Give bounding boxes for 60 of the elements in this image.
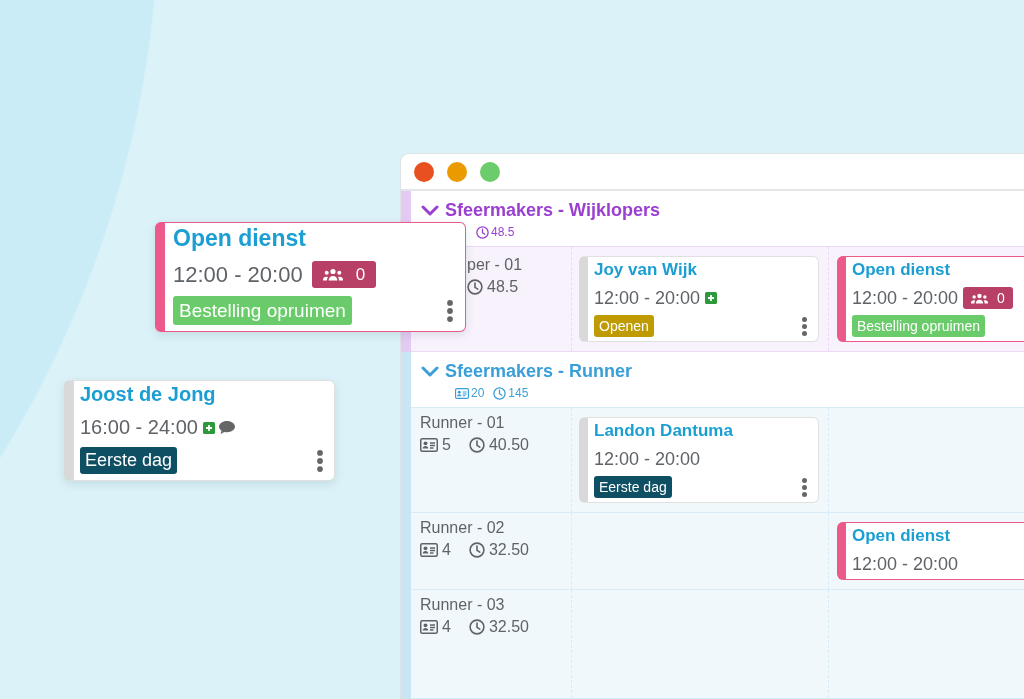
more-icon[interactable] bbox=[317, 449, 323, 472]
row-label: Runner - 03 bbox=[420, 596, 506, 614]
employee-count: 20 bbox=[471, 386, 485, 400]
row-label: Runner - 02 bbox=[420, 519, 506, 537]
shift-time: 16:00 - 24:00 bbox=[80, 416, 198, 439]
shift-tag: Bestelling opruimen bbox=[852, 315, 985, 337]
hours-total: 40.50 bbox=[488, 435, 529, 455]
chevron-icon[interactable] bbox=[421, 365, 439, 377]
hours-total: 32.50 bbox=[488, 540, 529, 560]
open-shift-card[interactable]: Open dienst 12:00 - 20:00 bbox=[837, 522, 1024, 580]
shift-time: 12:00 - 20:00 bbox=[594, 448, 701, 470]
employee-name: Joy van Wijk bbox=[594, 259, 698, 281]
shift-tag: Eerste dag bbox=[80, 447, 178, 474]
shift-time: 12:00 - 20:00 bbox=[594, 287, 701, 309]
clock-icon bbox=[468, 437, 485, 453]
employee-count: 4 bbox=[442, 540, 451, 560]
people-icon bbox=[322, 268, 343, 281]
id-card-icon bbox=[420, 543, 438, 557]
row-label: Runner - 01 bbox=[420, 414, 506, 432]
chevron-icon[interactable] bbox=[421, 204, 439, 216]
hours-total: 48.5 bbox=[491, 225, 515, 239]
row-label: per - 01 bbox=[467, 256, 524, 274]
shift-tag: Bestelling opruimen bbox=[173, 296, 352, 325]
clock-icon bbox=[468, 542, 485, 558]
shift-time: 12:00 - 20:00 bbox=[852, 553, 959, 575]
open-shift-card[interactable]: Open dienst 12:00 - 20:00 0 Bestelling opruimen bbox=[837, 256, 1024, 342]
shift-tag: Openen bbox=[594, 315, 654, 337]
id-card-icon bbox=[455, 387, 469, 399]
clock-icon bbox=[468, 619, 485, 635]
hours-total: 32.50 bbox=[488, 617, 529, 637]
id-card-icon bbox=[420, 620, 438, 634]
group-title: Sfeermakers - Wijklopers bbox=[445, 199, 660, 221]
shift-time: 12:00 - 20:00 bbox=[852, 287, 959, 309]
shift-card[interactable]: Joost de Jong 16:00 - 24:00 Eerste dag bbox=[64, 380, 335, 481]
hours-total: 48.5 bbox=[487, 277, 519, 297]
staff-count: 0 bbox=[997, 290, 1005, 306]
clock-icon bbox=[493, 386, 507, 400]
shift-title: Open dienst bbox=[173, 224, 307, 253]
shift-card[interactable]: Joy van Wijk 12:00 - 20:00 Openen bbox=[579, 256, 819, 342]
hours-total: 145 bbox=[508, 386, 529, 400]
close-button[interactable] bbox=[414, 161, 434, 182]
more-icon[interactable] bbox=[802, 477, 807, 497]
employee-name: Landon Dantuma bbox=[594, 420, 734, 442]
shift-title: Open dienst bbox=[852, 525, 952, 547]
employee-name: Joost de Jong bbox=[80, 382, 217, 407]
shift-time: 12:00 - 20:00 bbox=[173, 261, 303, 288]
group-title: Sfeermakers - Runner bbox=[445, 360, 633, 382]
shift-title: Open dienst bbox=[852, 259, 952, 281]
more-icon[interactable] bbox=[802, 316, 807, 336]
clock-icon bbox=[467, 279, 483, 295]
employee-count: 4 bbox=[442, 617, 451, 637]
people-icon bbox=[971, 292, 989, 304]
shift-card[interactable]: Landon Dantuma 12:00 - 20:00 Eerste dag bbox=[579, 417, 819, 503]
shift-tag: Eerste dag bbox=[594, 476, 672, 498]
more-icon[interactable] bbox=[447, 299, 453, 322]
staff-count: 0 bbox=[355, 264, 366, 285]
clock-icon bbox=[476, 225, 489, 239]
open-shift-card[interactable]: Open dienst 12:00 - 20:00 0 Bestelling opruimen bbox=[155, 222, 466, 332]
id-card-icon bbox=[420, 438, 438, 452]
employee-count: 5 bbox=[442, 435, 451, 455]
